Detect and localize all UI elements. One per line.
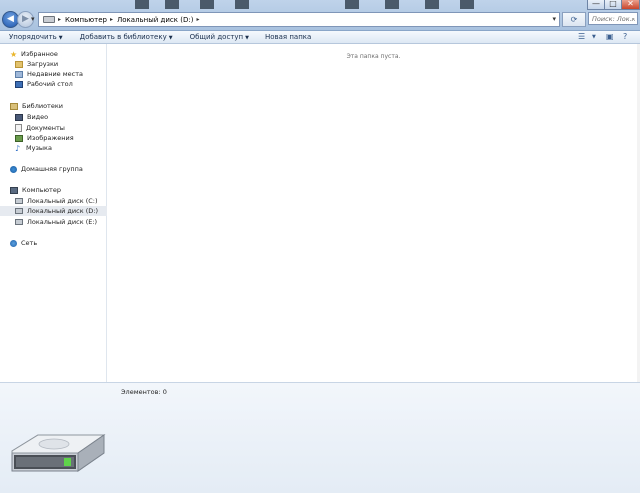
- chevron-down-icon: ▼: [168, 35, 173, 41]
- search-placeholder: Поиск: Лок...: [592, 15, 636, 23]
- drive-icon: [43, 16, 55, 23]
- homegroup-icon: [10, 165, 17, 173]
- nav-favorites[interactable]: ★ Избранное: [0, 49, 116, 59]
- minimize-button[interactable]: —: [587, 0, 605, 10]
- nav-label: Изображения: [27, 134, 74, 142]
- item-count: Элементов: 0: [121, 388, 167, 396]
- libraries-icon: [10, 102, 18, 110]
- chevron-down-icon[interactable]: ▾: [552, 15, 556, 23]
- nav-item-drive-c[interactable]: Локальный диск (C:): [0, 196, 121, 206]
- background-thumbnail: [425, 0, 439, 9]
- nav-label: Локальный диск (D:): [27, 207, 98, 215]
- share-label: Общий доступ: [189, 33, 244, 41]
- background-thumbnail: [235, 0, 249, 9]
- address-bar[interactable]: ▸ Компьютер ▸ Локальный диск (D:) ▸ ▾: [38, 12, 560, 27]
- computer-icon: [10, 186, 18, 194]
- nav-label: Музыка: [26, 144, 52, 152]
- star-icon: ★: [10, 49, 18, 59]
- nav-label: Избранное: [21, 50, 58, 58]
- nav-item-music[interactable]: ♪ Музыка: [0, 143, 121, 153]
- desktop-icon: [15, 80, 23, 88]
- chevron-down-icon[interactable]: ▼: [592, 32, 596, 42]
- video-library-icon: [15, 113, 23, 121]
- refresh-icon: ⟳: [570, 15, 578, 24]
- nav-label: Библиотеки: [22, 102, 63, 110]
- nav-label: Домашняя группа: [21, 165, 83, 173]
- preview-pane-icon[interactable]: ▣: [606, 32, 614, 42]
- pictures-library-icon: [15, 134, 23, 142]
- chevron-down-icon: ▼: [245, 35, 249, 41]
- nav-item-video[interactable]: Видео: [0, 112, 121, 122]
- close-button[interactable]: ✕: [621, 0, 640, 10]
- add-to-library-button[interactable]: Добавить в библиотеку ▼: [80, 33, 173, 41]
- hard-drive-icon: [15, 219, 23, 225]
- background-thumbnail: [200, 0, 214, 9]
- nav-label: Рабочий стол: [27, 80, 73, 88]
- nav-item-documents[interactable]: Документы: [0, 123, 121, 133]
- nav-network[interactable]: Сеть: [0, 238, 116, 248]
- breadcrumb-computer[interactable]: Компьютер: [65, 16, 107, 24]
- nav-item-drive-d[interactable]: Локальный диск (D:): [0, 206, 121, 216]
- maximize-button[interactable]: □: [604, 0, 622, 10]
- nav-item-drive-e[interactable]: Локальный диск (E:): [0, 217, 121, 227]
- background-thumbnail: [385, 0, 399, 9]
- nav-label: Компьютер: [22, 186, 61, 194]
- background-thumbnail: [165, 0, 179, 9]
- recent-pages-dropdown[interactable]: ▾: [31, 15, 35, 23]
- nav-label: Загрузки: [27, 60, 59, 68]
- new-folder-button[interactable]: Новая папка: [265, 33, 311, 41]
- share-button[interactable]: Общий доступ ▼: [190, 33, 249, 41]
- nav-label: Недавние места: [27, 70, 83, 78]
- organize-button[interactable]: Упорядочить ▼: [9, 33, 63, 41]
- navigation-pane: ★ Избранное Загрузки Недавние места Рабо…: [0, 44, 121, 382]
- nav-label: Видео: [27, 113, 49, 121]
- nav-item-recent[interactable]: Недавние места: [0, 69, 121, 79]
- hard-drive-icon: [15, 208, 23, 214]
- chevron-down-icon: ▼: [58, 35, 63, 41]
- refresh-button[interactable]: ⟳: [562, 12, 586, 27]
- nav-libraries[interactable]: Библиотеки: [0, 101, 116, 111]
- nav-label: Документы: [26, 124, 65, 132]
- breadcrumb-separator: ▸: [58, 16, 62, 23]
- nav-computer[interactable]: Компьютер: [0, 185, 116, 195]
- view-options-icon[interactable]: ☰: [578, 32, 585, 42]
- nav-homegroup[interactable]: Домашняя группа: [0, 164, 116, 174]
- nav-label: Локальный диск (E:): [27, 218, 98, 226]
- download-folder-icon: [15, 60, 23, 68]
- help-icon[interactable]: ?: [623, 32, 627, 42]
- hard-drive-icon: [11, 434, 106, 472]
- breadcrumb-separator[interactable]: ▸: [110, 16, 113, 23]
- background-thumbnail: [345, 0, 359, 9]
- nav-item-desktop[interactable]: Рабочий стол: [0, 79, 121, 89]
- organize-label: Упорядочить: [9, 33, 57, 41]
- music-library-icon: ♪: [15, 143, 21, 153]
- nav-item-pictures[interactable]: Изображения: [0, 133, 121, 143]
- file-list-area[interactable]: Эта папка пуста.: [107, 44, 640, 382]
- background-thumbnail: [135, 0, 149, 9]
- documents-library-icon: [15, 124, 22, 132]
- search-input[interactable]: Поиск: Лок... ⌕: [588, 12, 638, 25]
- command-bar: Упорядочить ▼ Добавить в библиотеку ▼ Общи…: [0, 31, 640, 44]
- empty-folder-message: Эта папка пуста.: [346, 53, 401, 60]
- title-bar: — □ ✕ ◀ ▶ ▾ ▸ Компьютер ▸ Локальный диск…: [0, 0, 640, 31]
- nav-label: Сеть: [21, 239, 38, 247]
- nav-item-downloads[interactable]: Загрузки: [0, 59, 121, 69]
- hard-drive-icon: [15, 198, 23, 204]
- nav-label: Локальный диск (C:): [27, 197, 98, 205]
- arrow-left-icon: ◀: [7, 14, 14, 24]
- breadcrumb-drive-d[interactable]: Локальный диск (D:): [117, 16, 193, 24]
- breadcrumb-separator[interactable]: ▸: [196, 16, 199, 23]
- recent-places-icon: [15, 70, 23, 78]
- network-icon: [10, 239, 17, 247]
- details-pane: Элементов: 0: [0, 382, 640, 493]
- background-thumbnail: [460, 0, 474, 9]
- add-to-library-label: Добавить в библиотеку: [79, 33, 167, 41]
- drive-activity-led: [64, 458, 71, 466]
- search-icon: ⌕: [631, 15, 635, 23]
- arrow-right-icon: ▶: [22, 14, 29, 24]
